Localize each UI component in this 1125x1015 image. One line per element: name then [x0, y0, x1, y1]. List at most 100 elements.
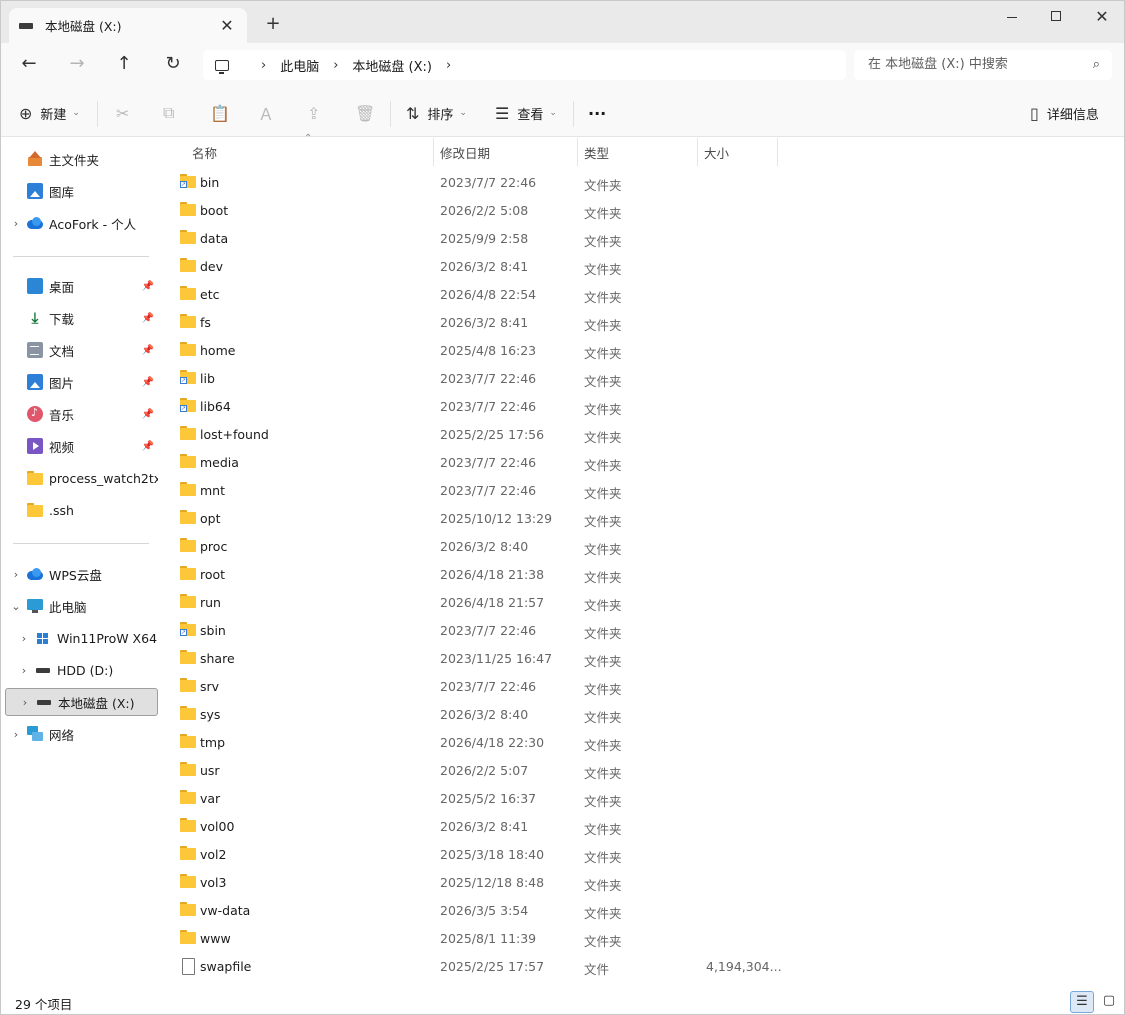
file-type: 文件夹 [584, 934, 622, 949]
sidebar-item-ssh[interactable]: .ssh [5, 496, 158, 524]
sidebar-item-hdd-d[interactable]: › HDD (D:) [5, 656, 158, 684]
address-bar[interactable]: › 此电脑 › 本地磁盘 (X:) › [203, 50, 846, 80]
file-row[interactable]: tmp 2026/4/18 22:30 文件夹 [173, 728, 793, 756]
tab-close-icon[interactable]: ✕ [217, 16, 237, 35]
column-header-type[interactable]: 类型 [578, 138, 698, 166]
file-row[interactable]: ↗ sbin 2023/7/7 22:46 文件夹 [173, 616, 793, 644]
file-name: lost+found [200, 427, 269, 442]
folder-icon [180, 258, 196, 273]
breadcrumb-this-pc[interactable]: 此电脑 [280, 56, 319, 75]
file-row[interactable]: fs 2026/3/2 8:41 文件夹 [173, 308, 793, 336]
forward-button[interactable]: → [62, 53, 92, 77]
view-button[interactable]: ☰ 查看 ⌄ [495, 101, 557, 125]
file-row[interactable]: var 2025/5/2 16:37 文件夹 [173, 784, 793, 812]
folder-icon [180, 930, 196, 945]
column-header-modified[interactable]: 修改日期 [434, 138, 578, 166]
file-row[interactable]: ↗ bin 2023/7/7 22:46 文件夹 [173, 168, 793, 196]
sidebar-item-home[interactable]: 主文件夹 [5, 145, 158, 173]
sidebar-item-gallery[interactable]: 图库 [5, 177, 158, 205]
file-row[interactable]: boot 2026/2/2 5:08 文件夹 [173, 196, 793, 224]
file-row[interactable]: usr 2026/2/2 5:07 文件夹 [173, 756, 793, 784]
breadcrumb-chevron-icon[interactable]: › [446, 58, 451, 73]
minimize-button[interactable] [989, 5, 1035, 33]
details-view-button[interactable]: ☰ [1070, 991, 1094, 1013]
cloud-icon [27, 566, 43, 582]
rename-button[interactable]: Ａ [258, 101, 282, 125]
more-options-button[interactable]: ··· [588, 101, 606, 125]
back-button[interactable]: ← [14, 53, 44, 77]
details-pane-button[interactable]: ▯ 详细信息 [1030, 101, 1099, 125]
paste-button[interactable]: 📋 [210, 101, 238, 125]
file-row[interactable]: proc 2026/3/2 8:40 文件夹 [173, 532, 793, 560]
file-row[interactable]: data 2025/9/9 2:58 文件夹 [173, 224, 793, 252]
new-tab-button[interactable]: + [263, 13, 283, 34]
file-row[interactable]: dev 2026/3/2 8:41 文件夹 [173, 252, 793, 280]
folder-icon [180, 902, 196, 917]
breadcrumb-chevron-icon[interactable]: › [333, 58, 338, 73]
file-row[interactable]: home 2025/4/8 16:23 文件夹 [173, 336, 793, 364]
sidebar-item-downloads[interactable]: ⤓ 下载 📌 [5, 304, 158, 332]
breadcrumb-chevron-icon[interactable]: › [261, 58, 266, 73]
up-button[interactable]: ↑ [109, 53, 139, 77]
file-type: 文件夹 [584, 206, 622, 221]
file-row[interactable]: run 2026/4/18 21:57 文件夹 [173, 588, 793, 616]
sidebar-item-local-disk-x[interactable]: › 本地磁盘 (X:) [5, 688, 158, 716]
expand-chevron-icon[interactable]: › [5, 568, 27, 581]
file-row[interactable]: vw-data 2026/3/5 3:54 文件夹 [173, 896, 793, 924]
file-name: data [200, 231, 229, 246]
sidebar-item-videos[interactable]: 视频 📌 [5, 432, 158, 460]
file-row[interactable]: sys 2026/3/2 8:40 文件夹 [173, 700, 793, 728]
sidebar-item-network[interactable]: › 网络 [5, 720, 158, 748]
expand-chevron-icon[interactable]: › [14, 696, 36, 709]
sidebar-item-this-pc[interactable]: ⌄ 此电脑 [5, 592, 158, 620]
column-header-size[interactable]: 大小 [698, 138, 778, 166]
desktop-icon [27, 278, 43, 294]
file-row[interactable]: opt 2025/10/12 13:29 文件夹 [173, 504, 793, 532]
expand-chevron-icon[interactable]: › [13, 632, 35, 645]
breadcrumb-local-disk[interactable]: 本地磁盘 (X:) [352, 56, 432, 75]
file-row[interactable]: ↗ lib64 2023/7/7 22:46 文件夹 [173, 392, 793, 420]
search-input[interactable]: 在 本地磁盘 (X:) 中搜索 ⌕ [854, 50, 1112, 80]
expand-chevron-icon[interactable]: › [13, 664, 35, 677]
collapse-chevron-icon[interactable]: ⌄ [5, 600, 27, 613]
file-row[interactable]: etc 2026/4/8 22:54 文件夹 [173, 280, 793, 308]
file-row[interactable]: vol3 2025/12/18 8:48 文件夹 [173, 868, 793, 896]
cut-button[interactable]: ✂ [116, 101, 137, 125]
file-row[interactable]: vol00 2026/3/2 8:41 文件夹 [173, 812, 793, 840]
file-row[interactable]: media 2023/7/7 22:46 文件夹 [173, 448, 793, 476]
file-row[interactable]: share 2023/11/25 16:47 文件夹 [173, 644, 793, 672]
close-window-button[interactable]: ✕ [1079, 5, 1124, 33]
file-icon [180, 958, 196, 975]
delete-button[interactable]: 🗑 [355, 101, 383, 125]
expand-chevron-icon[interactable]: › [5, 217, 27, 230]
copy-button[interactable]: ⧉ [163, 101, 182, 125]
sidebar-item-process-watch2txt[interactable]: process_watch2txt [5, 464, 158, 492]
folder-icon [180, 426, 196, 441]
file-row[interactable]: vol2 2025/3/18 18:40 文件夹 [173, 840, 793, 868]
sidebar-item-win11-drive[interactable]: › Win11ProW X64 [5, 624, 158, 652]
sidebar-item-documents[interactable]: 文档 📌 [5, 336, 158, 364]
sidebar-item-wps-cloud[interactable]: › WPS云盘 [5, 560, 158, 588]
sidebar-item-desktop[interactable]: 桌面 📌 [5, 272, 158, 300]
tab-local-disk-x[interactable]: 本地磁盘 (X:) ✕ [9, 8, 247, 43]
sidebar-item-pictures[interactable]: 图片 📌 [5, 368, 158, 396]
file-modified-date: 2023/7/7 22:46 [440, 399, 537, 414]
file-row[interactable]: ↗ lib 2023/7/7 22:46 文件夹 [173, 364, 793, 392]
sidebar-item-music[interactable]: 音乐 📌 [5, 400, 158, 428]
tiles-view-button[interactable]: ▢ [1097, 991, 1121, 1013]
share-button[interactable]: ⇪ [307, 101, 328, 125]
file-row[interactable]: root 2026/4/18 21:38 文件夹 [173, 560, 793, 588]
refresh-button[interactable]: ↻ [158, 53, 188, 77]
sidebar-item-onedrive[interactable]: › AcoFork - 个人 [5, 209, 158, 237]
expand-chevron-icon[interactable]: › [5, 728, 27, 741]
file-row[interactable]: lost+found 2025/2/25 17:56 文件夹 [173, 420, 793, 448]
drive-icon [35, 662, 51, 678]
file-row[interactable]: www 2025/8/1 11:39 文件夹 [173, 924, 793, 952]
file-row[interactable]: srv 2023/7/7 22:46 文件夹 [173, 672, 793, 700]
maximize-button[interactable] [1033, 5, 1079, 33]
sort-button[interactable]: ⇅ 排序 ⌄ [406, 101, 467, 125]
new-button[interactable]: ⊕ 新建 ⌄ [19, 101, 80, 125]
folder-shortcut-icon: ↗ [180, 174, 196, 189]
file-row[interactable]: mnt 2023/7/7 22:46 文件夹 [173, 476, 793, 504]
file-row[interactable]: swapfile 2025/2/25 17:57 文件 4,194,304... [173, 952, 793, 980]
